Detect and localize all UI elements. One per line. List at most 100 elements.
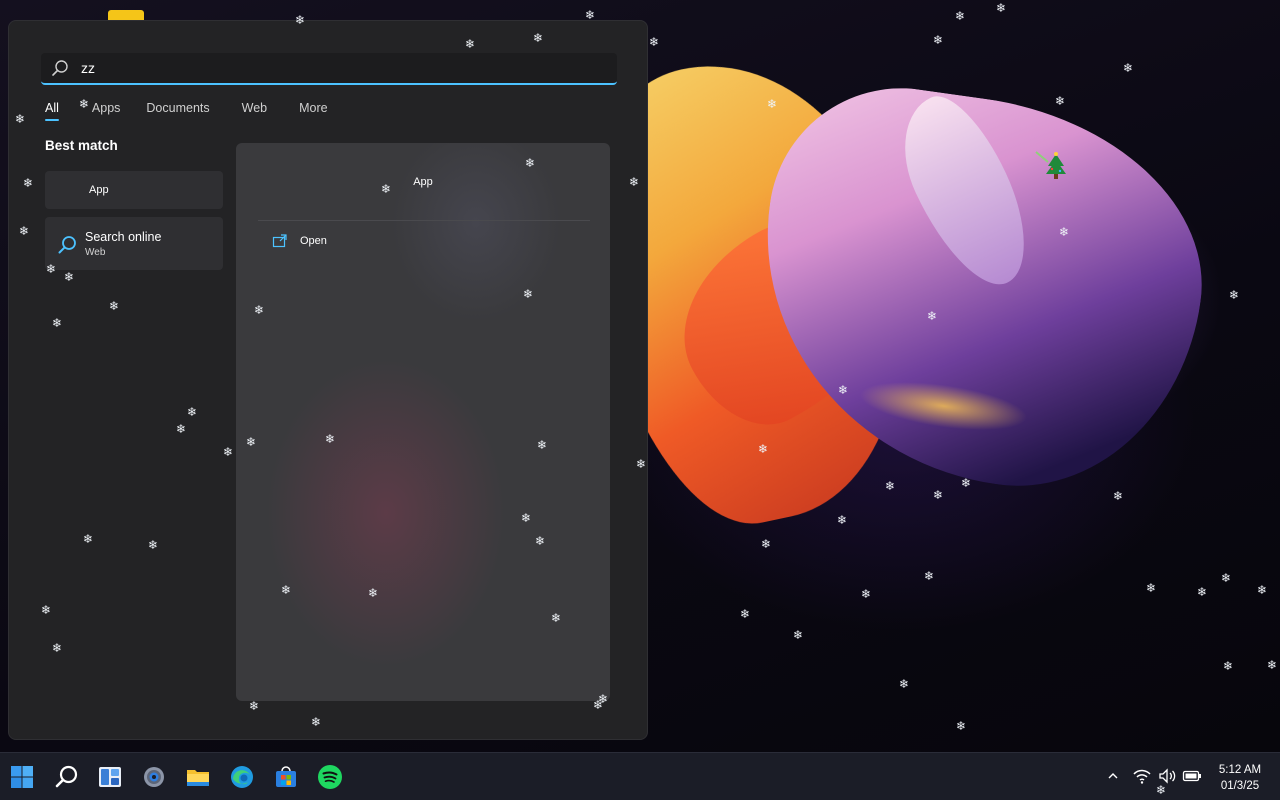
tab-apps[interactable]: Apps: [92, 101, 121, 119]
snowflake-icon: ❄: [1058, 225, 1070, 239]
snowflake-icon: ❄: [63, 270, 75, 284]
microsoft-store-icon[interactable]: [272, 763, 300, 791]
snowflake-icon: ❄: [926, 309, 938, 323]
widgets-icon[interactable]: [96, 763, 124, 791]
snowflake-icon: ❄: [1145, 581, 1157, 595]
snowflake-icon: ❄: [175, 422, 187, 436]
snowflake-icon: ❄: [380, 182, 392, 196]
file-explorer-icon[interactable]: [184, 763, 212, 791]
snowflake-icon: ❄: [836, 513, 848, 527]
snowflake-icon: ❄: [1222, 659, 1234, 673]
snowflake-icon: ❄: [147, 538, 159, 552]
snowflake-icon: ❄: [995, 1, 1007, 15]
snowflake-icon: ❄: [294, 13, 306, 27]
snowflake-icon: ❄: [932, 33, 944, 47]
snowflake-icon: ❄: [40, 603, 52, 617]
preview-divider: [258, 220, 590, 221]
snowflake-icon: ❄: [760, 537, 772, 551]
search-online-title: Search online: [85, 230, 162, 244]
snowflake-icon: ❄: [550, 611, 562, 625]
snowflake-icon: ❄: [248, 699, 260, 713]
snowflake-icon: ❄: [222, 445, 234, 459]
wifi-icon[interactable]: [1132, 767, 1152, 785]
start-search-panel: All Apps Documents Web More Best match A…: [8, 20, 648, 740]
snowflake-icon: ❄: [82, 532, 94, 546]
preview-title: App: [413, 176, 433, 188]
search-box[interactable]: [41, 53, 617, 85]
snowflake-icon: ❄: [1112, 489, 1124, 503]
snowflake-icon: ❄: [648, 35, 660, 49]
snowflake-icon: ❄: [78, 97, 90, 111]
snowflake-icon: ❄: [522, 287, 534, 301]
snowflake-icon: ❄: [898, 677, 910, 691]
snowflake-icon: ❄: [1122, 61, 1134, 75]
snowflake-icon: ❄: [1054, 94, 1066, 108]
snowflake-icon: ❄: [51, 316, 63, 330]
snowflake-icon: ❄: [923, 569, 935, 583]
clock-time: 5:12 AM: [1218, 764, 1262, 776]
snowflake-icon: ❄: [584, 8, 596, 22]
snowflake-icon: ❄: [18, 224, 30, 238]
chevron-up-icon[interactable]: [1106, 769, 1120, 783]
best-match-app-result[interactable]: App: [45, 171, 223, 209]
system-clock[interactable]: 5:12 AM 01/3/25: [1210, 762, 1270, 794]
snowflake-icon: ❄: [324, 432, 336, 446]
snowflake-icon: ❄: [635, 457, 647, 471]
snowflake-icon: ❄: [932, 488, 944, 502]
snowflake-icon: ❄: [792, 628, 804, 642]
christmas-tree-cursor-icon: [1035, 151, 1066, 179]
snowflake-icon: ❄: [1220, 571, 1232, 585]
snowflake-icon: ❄: [954, 9, 966, 23]
snowflake-icon: ❄: [837, 383, 849, 397]
snowflake-icon: ❄: [628, 175, 640, 189]
best-match-heading: Best match: [45, 138, 118, 153]
search-online-subtitle: Web: [85, 247, 106, 258]
snowflake-icon: ❄: [45, 262, 57, 276]
spotify-icon[interactable]: [316, 763, 344, 791]
snowflake-icon: ❄: [757, 442, 769, 456]
tab-documents[interactable]: Documents: [146, 101, 209, 119]
snowflake-icon: ❄: [592, 698, 604, 712]
snowflake-icon: ❄: [884, 479, 896, 493]
edge-icon[interactable]: [228, 763, 256, 791]
snowflake-icon: ❄: [1256, 583, 1268, 597]
snowflake-icon: ❄: [464, 37, 476, 51]
search-icon: [58, 236, 76, 254]
snowflake-icon: ❄: [766, 97, 778, 111]
search-icon: [52, 60, 68, 76]
snowflake-icon: ❄: [186, 405, 198, 419]
snowflake-icon: ❄: [280, 583, 292, 597]
search-online-result[interactable]: Search online Web: [45, 217, 223, 270]
taskbar: 5:12 AM 01/3/25: [0, 752, 1280, 800]
search-input[interactable]: [81, 60, 581, 76]
snowflake-icon: ❄: [955, 719, 967, 733]
open-external-icon: [272, 234, 287, 248]
snowflake-icon: ❄: [108, 299, 120, 313]
settings-icon[interactable]: [140, 763, 168, 791]
snowflake-icon: ❄: [524, 156, 536, 170]
app-result-label: App: [89, 184, 109, 196]
snowflake-icon: ❄: [253, 303, 265, 317]
clock-date: 01/3/25: [1220, 780, 1260, 792]
snowflake-icon: ❄: [1228, 288, 1240, 302]
snowflake-icon: ❄: [51, 641, 63, 655]
snowflake-icon: ❄: [1155, 783, 1167, 797]
snowflake-icon: ❄: [520, 511, 532, 525]
snowflake-icon: ❄: [1266, 658, 1278, 672]
open-label: Open: [300, 235, 327, 247]
battery-icon[interactable]: [1182, 768, 1202, 784]
open-button[interactable]: Open: [272, 233, 327, 249]
snowflake-icon: ❄: [534, 534, 546, 548]
tab-more[interactable]: More: [299, 101, 327, 119]
search-icon[interactable]: [53, 763, 81, 791]
search-filter-tabs: All Apps Documents Web More: [45, 101, 361, 121]
snowflake-icon: ❄: [14, 112, 26, 126]
snowflake-icon: ❄: [245, 435, 257, 449]
tab-all[interactable]: All: [45, 101, 59, 121]
snowflake-icon: ❄: [960, 476, 972, 490]
snowflake-icon: ❄: [536, 438, 548, 452]
snowflake-icon: ❄: [22, 176, 34, 190]
windows-start-icon[interactable]: [8, 763, 36, 791]
snowflake-icon: ❄: [532, 31, 544, 45]
tab-web[interactable]: Web: [242, 101, 267, 119]
